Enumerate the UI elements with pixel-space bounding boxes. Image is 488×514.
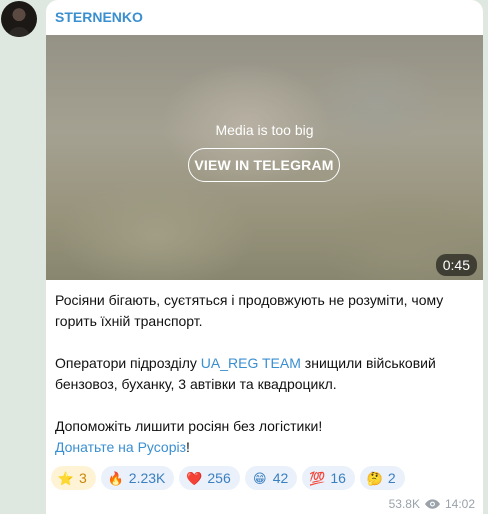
star-icon: ⭐ bbox=[57, 470, 75, 486]
message-time: 14:02 bbox=[444, 497, 475, 511]
paragraph-2-start: Оператори підрозділу bbox=[55, 355, 201, 371]
channel-name[interactable]: STERNENKO bbox=[55, 9, 143, 25]
paragraph-4-end: ! bbox=[186, 439, 190, 455]
reaction-star[interactable]: ⭐ 3 bbox=[51, 466, 96, 490]
reaction-count: 42 bbox=[272, 470, 289, 486]
paragraph-1: Росіяни бігають, суєтяться і продовжують… bbox=[55, 292, 444, 329]
paragraph-3: Допоможіть лишити росіян без логістики! bbox=[55, 418, 323, 434]
reaction-hundred[interactable]: 💯 16 bbox=[302, 466, 355, 490]
channel-avatar[interactable] bbox=[1, 1, 37, 37]
reaction-grin[interactable]: 😁 42 bbox=[244, 466, 298, 490]
video-duration: 0:45 bbox=[435, 254, 477, 276]
media-too-big-notice: Media is too big bbox=[215, 122, 314, 138]
message-meta: 53.8K 14:02 bbox=[389, 497, 475, 511]
reaction-heart[interactable]: ❤️ 256 bbox=[179, 466, 240, 490]
heart-icon: ❤️ bbox=[186, 470, 203, 486]
video-preview[interactable]: Media is too big VIEW IN TELEGRAM 0:45 bbox=[46, 35, 483, 280]
reaction-count: 256 bbox=[207, 470, 231, 486]
reaction-count: 3 bbox=[79, 470, 87, 486]
reaction-thinking[interactable]: 🤔 2 bbox=[359, 466, 405, 490]
donate-link[interactable]: Донатьте на Русоріз bbox=[55, 439, 186, 455]
view-count: 53.8K bbox=[388, 497, 420, 511]
reaction-fire[interactable]: 🔥 2.23K bbox=[100, 466, 175, 490]
thinking-face-icon: 🤔 bbox=[366, 470, 383, 486]
message-bubble: STERNENKO Media is too big VIEW IN TELEG… bbox=[46, 0, 483, 514]
reaction-count: 16 bbox=[330, 470, 346, 486]
reaction-count: 2.23K bbox=[128, 470, 166, 486]
unit-link[interactable]: UA_REG TEAM bbox=[201, 355, 301, 371]
message-text: Росіяни бігають, суєтяться і продовжують… bbox=[55, 290, 475, 458]
fire-icon: 🔥 bbox=[107, 470, 124, 486]
reactions-bar: ⭐ 3 🔥 2.23K ❤️ 256 😁 42 💯 16 🤔 2 bbox=[51, 466, 405, 490]
view-in-telegram-button[interactable]: VIEW IN TELEGRAM bbox=[188, 148, 340, 182]
eye-icon bbox=[424, 499, 440, 509]
reaction-count: 2 bbox=[387, 470, 396, 486]
hundred-points-icon: 💯 bbox=[309, 470, 326, 486]
paragraph-4: Донатьте на Русоріз! bbox=[55, 437, 475, 458]
grinning-face-icon: 😁 bbox=[252, 470, 267, 486]
paragraph-2: Оператори підрозділу UA_REG TEAM знищили… bbox=[55, 353, 475, 395]
